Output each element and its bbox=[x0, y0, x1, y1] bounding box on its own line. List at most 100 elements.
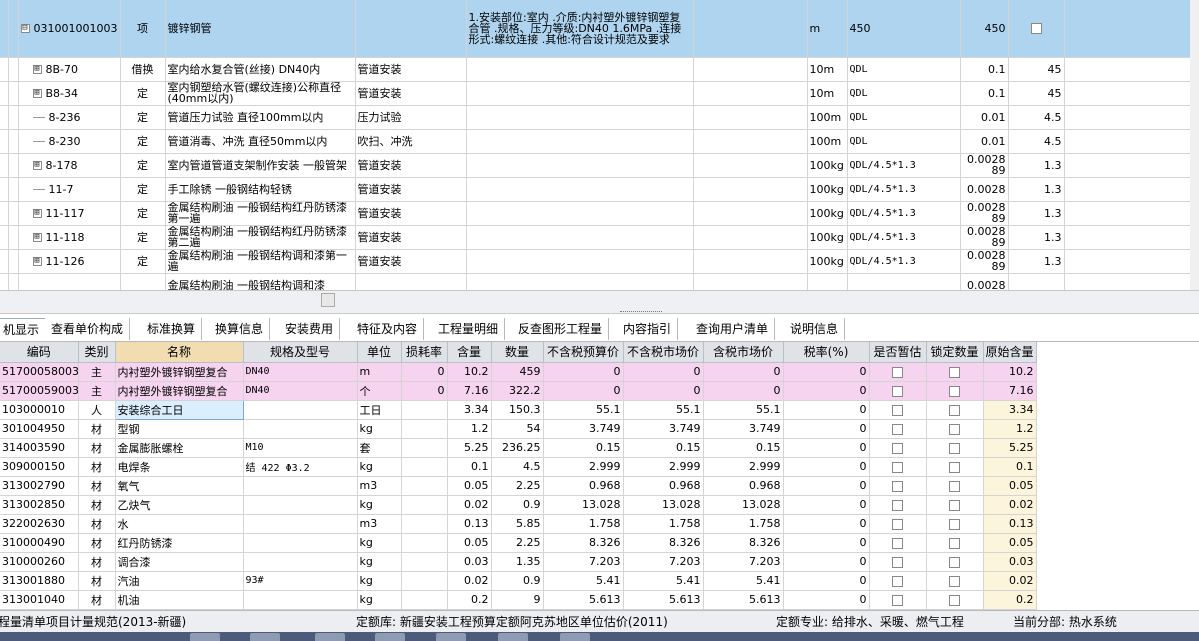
quota-features[interactable] bbox=[466, 225, 694, 250]
lock-qty-cell[interactable] bbox=[926, 495, 984, 515]
resource-code[interactable]: 301004950 bbox=[0, 419, 79, 439]
quota-quantity[interactable]: 1.3 bbox=[1008, 177, 1065, 202]
quota-blank[interactable] bbox=[693, 225, 808, 250]
resource-loss[interactable] bbox=[401, 514, 448, 534]
quota-code-cell[interactable]: 11-7 bbox=[18, 177, 121, 202]
resource-market-price[interactable]: 5.41 bbox=[623, 571, 704, 591]
provisional-cell[interactable] bbox=[869, 590, 927, 610]
quota-content[interactable]: 0.1 bbox=[960, 81, 1009, 106]
item-checkbox-cell[interactable] bbox=[1008, 0, 1065, 58]
expand-icon[interactable]: ⊞ bbox=[32, 65, 42, 74]
resource-market-price[interactable]: 8.326 bbox=[623, 533, 704, 553]
quota-content[interactable]: 0.0028 bbox=[960, 273, 1009, 290]
quota-name[interactable]: 室内管道管道支架制作安装 一般管架 bbox=[165, 153, 356, 178]
resource-market-price-tax[interactable]: 55.1 bbox=[703, 400, 784, 420]
column-header[interactable]: 编码 bbox=[0, 342, 79, 363]
item-quantity-expr[interactable]: 450 bbox=[847, 0, 961, 58]
resource-quantity[interactable]: 459 bbox=[491, 362, 544, 382]
item-blank[interactable] bbox=[693, 0, 808, 58]
resource-spec[interactable] bbox=[243, 552, 358, 572]
resource-budget-price[interactable]: 55.1 bbox=[543, 400, 624, 420]
resource-quantity[interactable]: 0.9 bbox=[491, 571, 544, 591]
lock-qty-cell[interactable] bbox=[926, 476, 984, 496]
quota-blank[interactable] bbox=[693, 81, 808, 106]
resource-loss[interactable] bbox=[401, 533, 448, 553]
quota-blank[interactable] bbox=[693, 273, 808, 290]
resource-original-content[interactable]: 0.1 bbox=[983, 457, 1037, 477]
resource-unit[interactable]: m3 bbox=[357, 514, 402, 534]
item-checkbox[interactable] bbox=[1030, 23, 1042, 34]
item-features[interactable]: 1.安装部位:室内 .介质:内衬塑外镀锌钢塑复合管 .规格、压力等级:DN40 … bbox=[466, 0, 694, 58]
quota-category[interactable]: 管道安装 bbox=[355, 57, 467, 82]
resource-content[interactable]: 1.2 bbox=[447, 419, 492, 439]
column-header[interactable]: 单位 bbox=[357, 342, 402, 363]
quota-name[interactable]: 管道压力试验 直径100mm以内 bbox=[165, 105, 356, 130]
resource-content[interactable]: 0.02 bbox=[447, 571, 492, 591]
resource-content[interactable]: 0.05 bbox=[447, 533, 492, 553]
resource-content[interactable]: 3.34 bbox=[447, 400, 492, 420]
resource-loss[interactable] bbox=[401, 400, 448, 420]
lock-quantity-checkbox[interactable] bbox=[949, 537, 960, 549]
quota-row[interactable]: 金属结构刷油 一般钢结构调和漆 0.0028 bbox=[0, 273, 1197, 290]
quota-expr[interactable]: QDL bbox=[847, 129, 961, 154]
quota-content[interactable]: 0.01 bbox=[960, 105, 1009, 130]
quota-category[interactable]: 管道安装 bbox=[355, 249, 467, 274]
provisional-cell[interactable] bbox=[869, 419, 927, 439]
column-header[interactable]: 类别 bbox=[78, 342, 116, 363]
provisional-checkbox[interactable] bbox=[892, 423, 903, 435]
splitter-handle[interactable] bbox=[620, 311, 662, 313]
resource-quantity[interactable]: 54 bbox=[491, 419, 544, 439]
resource-quantity[interactable]: 1.35 bbox=[491, 552, 544, 572]
resource-content[interactable]: 0.1 bbox=[447, 457, 492, 477]
provisional-cell[interactable] bbox=[869, 514, 927, 534]
tab-5[interactable]: 特征及内容 bbox=[351, 318, 425, 340]
quota-unit[interactable]: 10m bbox=[807, 81, 848, 106]
quota-name[interactable]: 室内给水复合管(丝接) DN40内 bbox=[165, 57, 356, 82]
quota-name[interactable]: 金属结构刷油 一般钢结构调和漆 bbox=[165, 273, 356, 290]
resource-class[interactable]: 主 bbox=[78, 362, 116, 382]
resource-name[interactable]: 机油 bbox=[115, 590, 244, 610]
quota-unit[interactable] bbox=[807, 273, 848, 290]
resource-unit[interactable]: 套 bbox=[357, 438, 402, 458]
quota-type[interactable]: 定 bbox=[120, 81, 166, 106]
resource-loss[interactable] bbox=[401, 476, 448, 496]
resource-budget-price[interactable]: 7.203 bbox=[543, 552, 624, 572]
taskbar-app-icon[interactable] bbox=[250, 633, 280, 641]
provisional-checkbox[interactable] bbox=[892, 499, 903, 511]
resource-code[interactable]: 103000010 bbox=[0, 400, 79, 420]
provisional-cell[interactable] bbox=[869, 438, 927, 458]
resource-name[interactable]: 金属膨胀螺栓 bbox=[115, 438, 244, 458]
provisional-checkbox[interactable] bbox=[892, 461, 903, 473]
resource-unit[interactable]: kg bbox=[357, 590, 402, 610]
provisional-cell[interactable] bbox=[869, 571, 927, 591]
expand-icon[interactable]: ⊞ bbox=[32, 89, 42, 98]
resource-class[interactable]: 材 bbox=[78, 476, 116, 496]
resource-tax-rate[interactable]: 0 bbox=[783, 438, 870, 458]
quota-quantity[interactable] bbox=[1008, 273, 1065, 290]
quota-unit[interactable]: 100m bbox=[807, 105, 848, 130]
lock-quantity-checkbox[interactable] bbox=[949, 594, 960, 606]
bill-item-row[interactable]: ⊟ 031001001003 项镀锌钢管 1.安装部位:室内 .介质:内衬塑外镀锌钢塑… bbox=[0, 0, 1197, 58]
resource-budget-price[interactable]: 5.613 bbox=[543, 590, 624, 610]
resource-name[interactable]: 安装综合工日 bbox=[114, 399, 244, 420]
resource-row[interactable]: 314003590 材金属膨胀螺栓 M10 套 5.25 236.25 0.15 0.15 0.… bbox=[0, 438, 1037, 458]
resource-budget-price[interactable]: 3.749 bbox=[543, 419, 624, 439]
lock-quantity-checkbox[interactable] bbox=[949, 442, 960, 454]
quota-code-cell[interactable]: ⊞ 8-178 bbox=[18, 153, 121, 178]
resource-name[interactable]: 电焊条 bbox=[115, 457, 244, 477]
tab-2[interactable]: 标准换算 bbox=[141, 318, 203, 340]
quota-type[interactable]: 定 bbox=[120, 201, 166, 226]
resource-code[interactable]: 313002790 bbox=[0, 476, 79, 496]
resource-original-content[interactable]: 7.16 bbox=[983, 381, 1037, 401]
quota-features[interactable] bbox=[466, 105, 694, 130]
quota-code-cell[interactable] bbox=[18, 273, 121, 290]
quota-quantity[interactable]: 45 bbox=[1008, 57, 1065, 82]
taskbar-app-icon[interactable] bbox=[315, 633, 345, 641]
taskbar-app-icon[interactable] bbox=[190, 633, 220, 641]
resource-original-content[interactable]: 0.05 bbox=[983, 476, 1037, 496]
quota-category[interactable]: 管道安装 bbox=[355, 225, 467, 250]
tab-6[interactable]: 工程量明细 bbox=[432, 318, 506, 340]
quota-category[interactable]: 管道安装 bbox=[355, 201, 467, 226]
item-category[interactable] bbox=[355, 0, 467, 58]
quota-features[interactable] bbox=[466, 153, 694, 178]
